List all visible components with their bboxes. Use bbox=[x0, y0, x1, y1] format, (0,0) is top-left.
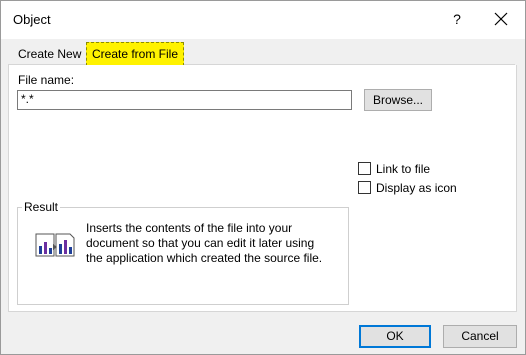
help-button[interactable]: ? bbox=[447, 8, 467, 30]
link-to-file-option[interactable]: Link to file bbox=[358, 162, 430, 177]
file-name-label: File name: bbox=[18, 73, 75, 87]
cancel-button[interactable]: Cancel bbox=[443, 325, 517, 348]
dialog-title: Object bbox=[13, 12, 51, 27]
result-legend: Result bbox=[22, 200, 61, 214]
title-bar: Object ? bbox=[1, 1, 525, 39]
display-as-icon-label: Display as icon bbox=[376, 181, 457, 195]
close-button[interactable] bbox=[489, 7, 513, 31]
display-as-icon-checkbox[interactable] bbox=[358, 181, 371, 194]
ok-button[interactable]: OK bbox=[359, 325, 431, 348]
result-description: Inserts the contents of the file into yo… bbox=[86, 221, 323, 265]
browse-button[interactable]: Browse... bbox=[364, 89, 432, 111]
display-as-icon-option[interactable]: Display as icon bbox=[358, 181, 457, 196]
close-icon bbox=[494, 12, 508, 26]
link-to-file-checkbox[interactable] bbox=[358, 162, 371, 175]
file-name-input[interactable]: *.* bbox=[17, 90, 352, 110]
document-chart-icon bbox=[35, 228, 75, 258]
tab-create-from-file[interactable]: Create from File bbox=[86, 42, 184, 66]
link-to-file-label: Link to file bbox=[376, 162, 431, 176]
tab-create-new[interactable]: Create New bbox=[18, 44, 81, 65]
